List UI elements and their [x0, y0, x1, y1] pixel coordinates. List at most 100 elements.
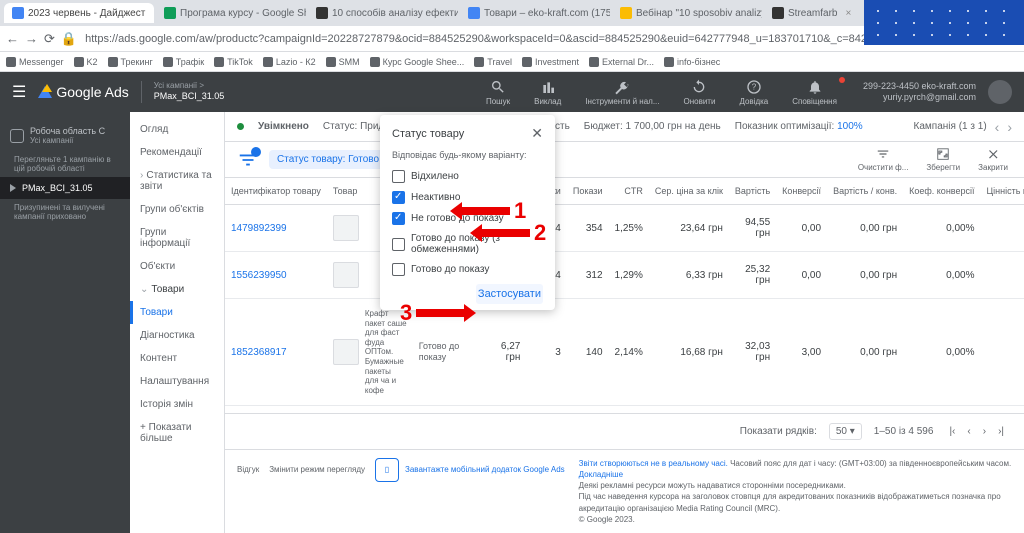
browser-tab[interactable]: Програма курсу - Google Sh...× [156, 3, 306, 23]
col-cost[interactable]: Вартість [729, 178, 776, 205]
reports-button[interactable]: Виклад [528, 79, 567, 106]
bookmark[interactable]: Трекинг [108, 57, 153, 67]
nav-diagnostics[interactable]: Діагностика [130, 324, 224, 347]
mobile-app-link[interactable]: ▯ Завантажте мобільний додаток Google Ad… [375, 458, 565, 482]
first-page-icon[interactable]: |‹ [945, 424, 959, 439]
sidebar-paused-note: Призупинені та вилучені кампанії прихова… [0, 199, 130, 225]
workspace-selector[interactable]: Робоча область СУсі кампанії [0, 120, 130, 151]
last-page-icon[interactable]: ›| [994, 424, 1008, 439]
chevron-right-icon: › [140, 170, 143, 181]
col-impr[interactable]: Покази [567, 178, 609, 205]
option-ready-limited[interactable]: Готово до показу (з обмеженнями) [392, 229, 543, 259]
nav-assets[interactable]: Об'єкти [130, 255, 224, 278]
prev-icon[interactable]: ‹ [995, 119, 1000, 135]
filter-icon[interactable] [237, 149, 259, 171]
table-row[interactable]: 189125610190*50*230 мм упаковка 100 штГо… [225, 406, 1024, 413]
product-thumb [333, 215, 359, 241]
checkbox-checked-icon[interactable] [392, 191, 405, 204]
checkbox-checked-icon[interactable] [392, 212, 405, 225]
popup-close-icon[interactable]: ✕ [531, 125, 543, 142]
forward-icon[interactable]: → [25, 31, 38, 46]
favicon [772, 7, 784, 19]
favicon [164, 7, 176, 19]
browser-tab[interactable]: Streamfarb× [764, 3, 859, 23]
reload-icon[interactable]: ⟳ [44, 31, 55, 47]
close-icon[interactable]: × [845, 8, 851, 19]
nav-products-group[interactable]: ⌄Товари [130, 278, 224, 301]
close-icon[interactable]: × [153, 8, 154, 19]
menu-icon[interactable]: ☰ [12, 82, 26, 102]
bookmark[interactable]: info-бізнес [664, 57, 720, 67]
apply-button[interactable]: Застосувати [476, 284, 543, 304]
nav-asset-groups[interactable]: Групи об'єктів [130, 198, 224, 221]
product-id-link[interactable]: 1852368917 [231, 347, 287, 358]
option-ready[interactable]: Готово до показу [392, 259, 543, 280]
col-conv[interactable]: Конверсії [776, 178, 827, 205]
sidebar-campaign[interactable]: PMax_BCI_31.05 [0, 177, 130, 199]
nav-settings[interactable]: Налаштування [130, 370, 224, 393]
clear-filters-button[interactable]: Очистити ф... [854, 147, 913, 172]
nav-products[interactable]: Товари [130, 301, 224, 324]
feedback-link[interactable]: Відгук [237, 465, 259, 474]
bookmark[interactable]: SMM [326, 57, 360, 67]
table-row[interactable]: 1852368917Крафт пакет саше для фаст фуда… [225, 299, 1024, 406]
nav-content[interactable]: Контент [130, 347, 224, 370]
nav-recommendations[interactable]: Рекомендації [130, 141, 224, 164]
close-filter-button[interactable]: Закрити [974, 147, 1012, 172]
notifications-button[interactable]: Сповіщення [786, 79, 843, 106]
nav-listing-groups[interactable]: Групи інформації [130, 221, 224, 255]
save-filter-button[interactable]: Зберегти [922, 147, 964, 172]
logo-icon [38, 86, 52, 98]
next-icon[interactable]: › [1007, 119, 1012, 135]
next-page-icon[interactable]: › [979, 424, 990, 439]
col-ctr[interactable]: CTR [609, 178, 649, 205]
bookmark[interactable]: Lazio - К2 [263, 57, 316, 67]
favicon [316, 7, 328, 19]
nav-overview[interactable]: Огляд [130, 118, 224, 141]
browser-tab[interactable]: Товари – eko-kraft.com (1757...× [460, 3, 610, 23]
breadcrumb[interactable]: Усі кампанії > PMax_BCI_31.05 [141, 81, 225, 103]
browser-tab[interactable]: 2023 червень - Дайджест× [4, 3, 154, 23]
product-id-link[interactable]: 1479892399 [231, 223, 287, 234]
nav-show-more[interactable]: + Показати більше [130, 416, 224, 450]
bookmark[interactable]: K2 [74, 57, 98, 67]
product-id-link[interactable]: 1556239950 [231, 270, 287, 281]
prev-page-icon[interactable]: ‹ [963, 424, 974, 439]
help-button[interactable]: ?Довідка [733, 79, 774, 106]
table-row[interactable]: 14798923995,25 грн43541,25%23,64 грн94,5… [225, 205, 1024, 252]
option-rejected[interactable]: Відхилено [392, 166, 543, 187]
option-not-ready[interactable]: Не готово до показу [392, 208, 543, 229]
nav-stats[interactable]: ›Статистика та звіти [130, 164, 224, 198]
bookmark[interactable]: TikTok [214, 57, 253, 67]
table-row[interactable]: 15562399503,44 грн43121,29%6,33 грн25,32… [225, 252, 1024, 299]
col-val[interactable]: Цінність конв. [980, 178, 1024, 205]
wrench-icon [614, 79, 630, 95]
bookmark[interactable]: Investment [522, 57, 579, 67]
page-size-select[interactable]: 50 ▾ [829, 423, 862, 440]
browser-tab[interactable]: Вебінар "10 sposobiv analizy el...× [612, 3, 762, 23]
chart-icon [540, 79, 556, 95]
back-icon[interactable]: ← [6, 31, 19, 46]
col-cpa[interactable]: Вартість / конв. [827, 178, 903, 205]
refresh-button[interactable]: Оновити [678, 79, 722, 106]
col-cpc[interactable]: Сер. ціна за клік [649, 178, 729, 205]
footer: Відгук Змінити режим перегляду ▯ Заванта… [225, 449, 1024, 533]
external-overlay [864, 0, 1024, 45]
tools-button[interactable]: Інструменти й нал... [579, 79, 665, 106]
nav-history[interactable]: Історія змін [130, 393, 224, 416]
search-button[interactable]: Пошук [480, 79, 516, 106]
col-id[interactable]: Ідентифікатор товару [225, 178, 327, 205]
bookmark[interactable]: Курс Google Shee... [370, 57, 465, 67]
bookmark[interactable]: External Dr... [589, 57, 654, 67]
bookmark[interactable]: Travel [474, 57, 512, 67]
switch-view-link[interactable]: Змінити режим перегляду [269, 465, 365, 474]
option-inactive[interactable]: Неактивно [392, 187, 543, 208]
col-cr[interactable]: Коеф. конверсії [903, 178, 980, 205]
avatar[interactable] [988, 80, 1012, 104]
browser-tab[interactable]: 10 способів аналізу ефективн...× [308, 3, 458, 23]
bookmark[interactable]: Messenger [6, 57, 64, 67]
url-input[interactable] [83, 31, 1000, 47]
bookmark[interactable]: Трафік [163, 57, 204, 67]
favicon [620, 7, 632, 19]
logo[interactable]: Google Ads [38, 84, 128, 100]
